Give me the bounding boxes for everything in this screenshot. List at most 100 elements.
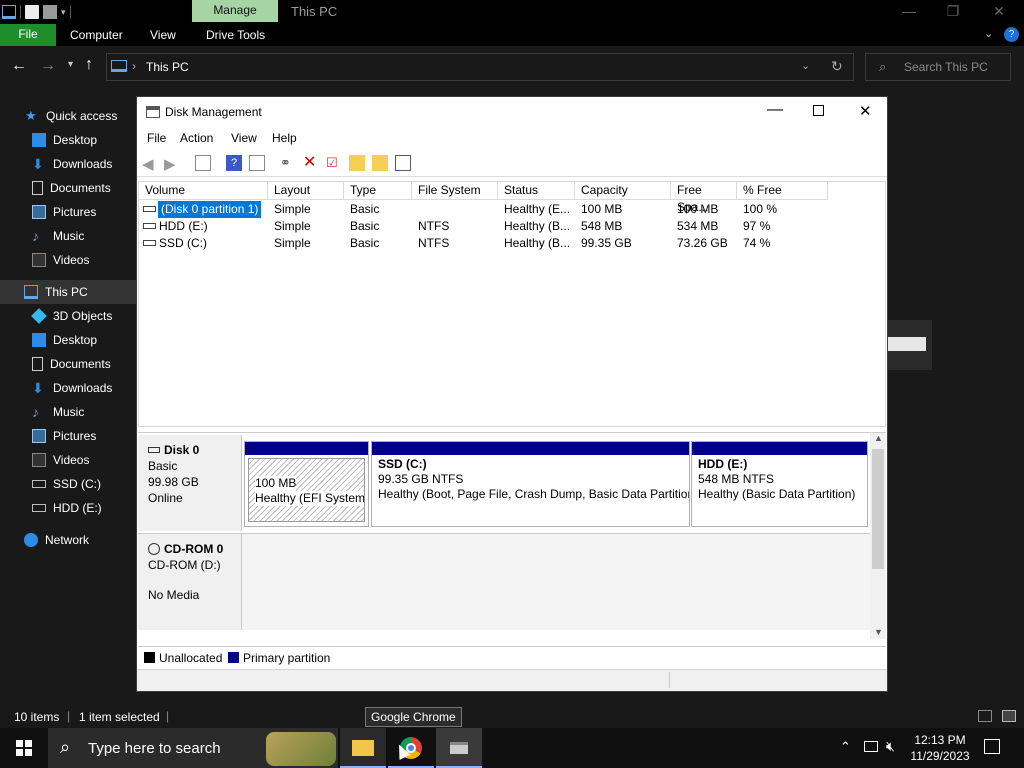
close-button[interactable]: ✕ xyxy=(976,0,1022,24)
search-folder-icon[interactable] xyxy=(372,155,388,171)
status-divider xyxy=(669,672,670,688)
col-type[interactable]: Type xyxy=(344,182,412,200)
col-status[interactable]: Status xyxy=(498,182,575,200)
nav-quick-videos[interactable]: Videos xyxy=(0,248,136,272)
legend: Unallocated Primary partition xyxy=(138,646,886,668)
dm-minimize-button[interactable]: — xyxy=(767,101,783,119)
scroll-down-icon[interactable]: ▼ xyxy=(874,627,883,637)
nav-pc-ssd[interactable]: SSD (C:) xyxy=(0,472,136,496)
taskbar-search-box[interactable]: ⌕ Type here to search xyxy=(48,728,338,768)
tab-drive-tools[interactable]: Drive Tools xyxy=(206,28,265,42)
menu-view[interactable]: View xyxy=(231,131,257,145)
nav-pc-pictures[interactable]: Pictures xyxy=(0,424,136,448)
cdrom-label[interactable]: CD-ROM 0 CD-ROM (D:) No Media xyxy=(138,534,242,630)
cell-layout: Simple xyxy=(274,236,311,250)
clock[interactable]: 12:13 PM 11/29/2023 xyxy=(908,732,972,764)
volume-muted-icon[interactable]: 🔇︎ xyxy=(886,738,895,755)
col-capacity[interactable]: Capacity xyxy=(575,182,671,200)
manage-tab[interactable]: Manage xyxy=(192,0,278,22)
col-file-system[interactable]: File System xyxy=(412,182,498,200)
help-icon[interactable]: ? xyxy=(1004,27,1019,42)
col-volume[interactable]: Volume xyxy=(139,182,268,200)
help-icon[interactable]: ? xyxy=(226,155,242,171)
checklist-icon[interactable]: ☑ xyxy=(326,155,342,171)
scroll-thumb[interactable] xyxy=(872,449,884,569)
list-view-icon[interactable] xyxy=(395,155,411,171)
dm-titlebar: Disk Management — ✕ xyxy=(137,97,887,127)
back-icon[interactable]: ◀ xyxy=(142,155,158,173)
nav-this-pc[interactable]: This PC xyxy=(0,280,136,304)
cell-free-space: 534 MB xyxy=(677,219,719,233)
nav-pc-videos[interactable]: Videos xyxy=(0,448,136,472)
show-hidden-icons-icon[interactable]: ⌃ xyxy=(840,739,851,755)
tab-file[interactable]: File xyxy=(0,24,56,46)
tab-view[interactable]: View xyxy=(150,28,176,42)
nav-quick-downloads[interactable]: ⬇ Downloads xyxy=(0,152,136,176)
table-row[interactable]: (Disk 0 partition 1) Simple Basic Health… xyxy=(139,201,879,218)
disk-management-taskbar-button[interactable] xyxy=(436,728,482,768)
tab-computer[interactable]: Computer xyxy=(70,28,123,42)
menu-action[interactable]: Action xyxy=(180,131,213,145)
nav-pc-documents[interactable]: Documents xyxy=(0,352,136,376)
minimize-button[interactable]: — xyxy=(886,0,932,24)
cell-free-space: 100 MB xyxy=(677,202,719,216)
properties-icon[interactable] xyxy=(249,155,265,171)
taskbar-search-input[interactable]: Type here to search xyxy=(88,740,221,757)
details-view-icon[interactable] xyxy=(978,710,992,722)
nav-pc-music[interactable]: ♪ Music xyxy=(0,400,136,424)
forward-icon[interactable]: ▶ xyxy=(164,155,180,173)
network-icon[interactable] xyxy=(864,741,878,752)
dm-maximize-button[interactable] xyxy=(813,105,824,116)
nav-quick-desktop[interactable]: Desktop xyxy=(0,128,136,152)
nav-pc-desktop[interactable]: Desktop xyxy=(0,328,136,352)
window-title: This PC xyxy=(291,4,338,19)
partition-hdd[interactable]: HDD (E:) 548 MB NTFS Healthy (Basic Data… xyxy=(691,441,868,527)
open-folder-icon[interactable] xyxy=(349,155,365,171)
file-explorer-taskbar-button[interactable] xyxy=(340,728,386,768)
table-row[interactable]: SSD (C:) Simple Basic NTFS Healthy (B...… xyxy=(139,235,879,252)
up-icon[interactable]: ↑ xyxy=(85,56,93,74)
col-percent-free[interactable]: % Free xyxy=(737,182,828,200)
nav-pc-3d-objects[interactable]: 3D Objects xyxy=(0,304,136,328)
videos-icon xyxy=(32,453,46,467)
menu-help[interactable]: Help xyxy=(272,131,297,145)
new-folder-icon[interactable] xyxy=(43,5,57,19)
disk0-label[interactable]: Disk 0 Basic 99.98 GB Online xyxy=(138,435,242,531)
nav-label: Downloads xyxy=(53,381,113,395)
maximize-button[interactable]: ❐ xyxy=(930,0,976,24)
col-layout[interactable]: Layout xyxy=(268,182,344,200)
menu-file[interactable]: File xyxy=(147,131,166,145)
recent-locations-icon[interactable]: ▾ xyxy=(68,59,73,70)
nav-quick-pictures[interactable]: Pictures xyxy=(0,200,136,224)
properties-icon[interactable] xyxy=(25,5,39,19)
partition-ssd[interactable]: SSD (C:) 99.35 GB NTFS Healthy (Boot, Pa… xyxy=(371,441,690,527)
ribbon-expand-icon[interactable]: ⌄ xyxy=(984,27,993,40)
search-input[interactable]: Search This PC xyxy=(904,60,988,74)
notifications-icon[interactable] xyxy=(984,739,1000,754)
delete-icon[interactable]: ✕ xyxy=(303,155,319,171)
windows-start-icon[interactable] xyxy=(16,740,32,756)
partition-efi[interactable]: 100 MB Healthy (EFI System P xyxy=(244,441,369,527)
nav-quick-access[interactable]: ★ Quick access xyxy=(0,104,136,128)
table-row[interactable]: HDD (E:) Simple Basic NTFS Healthy (B...… xyxy=(139,218,879,235)
address-bar[interactable]: › This PC ⌄ ↻ xyxy=(106,53,854,81)
dm-close-button[interactable]: ✕ xyxy=(859,102,872,120)
scroll-up-icon[interactable]: ▲ xyxy=(874,433,883,443)
large-icons-view-icon[interactable] xyxy=(1002,710,1016,722)
breadcrumb[interactable]: This PC xyxy=(146,60,189,74)
address-dropdown-icon[interactable]: ⌄ xyxy=(801,59,810,72)
nav-pc-downloads[interactable]: ⬇ Downloads xyxy=(0,376,136,400)
refresh-icon[interactable]: ↻ xyxy=(831,58,843,75)
col-free-space[interactable]: Free Spa... xyxy=(671,182,737,214)
nav-quick-documents[interactable]: Documents xyxy=(0,176,136,200)
connect-icon[interactable]: ⚭ xyxy=(280,155,296,171)
show-hide-console-tree-icon[interactable] xyxy=(195,155,211,171)
customize-qat-icon[interactable]: ▾ xyxy=(61,7,66,18)
nav-pc-hdd[interactable]: HDD (E:) xyxy=(0,496,136,520)
search-box[interactable]: ⌕ Search This PC xyxy=(865,53,1011,81)
graph-scrollbar[interactable]: ▲ ▼ xyxy=(870,433,886,639)
forward-icon[interactable]: → xyxy=(40,57,56,75)
nav-quick-music[interactable]: ♪ Music xyxy=(0,224,136,248)
back-icon[interactable]: ← xyxy=(11,57,27,75)
nav-network[interactable]: Network xyxy=(0,528,136,552)
